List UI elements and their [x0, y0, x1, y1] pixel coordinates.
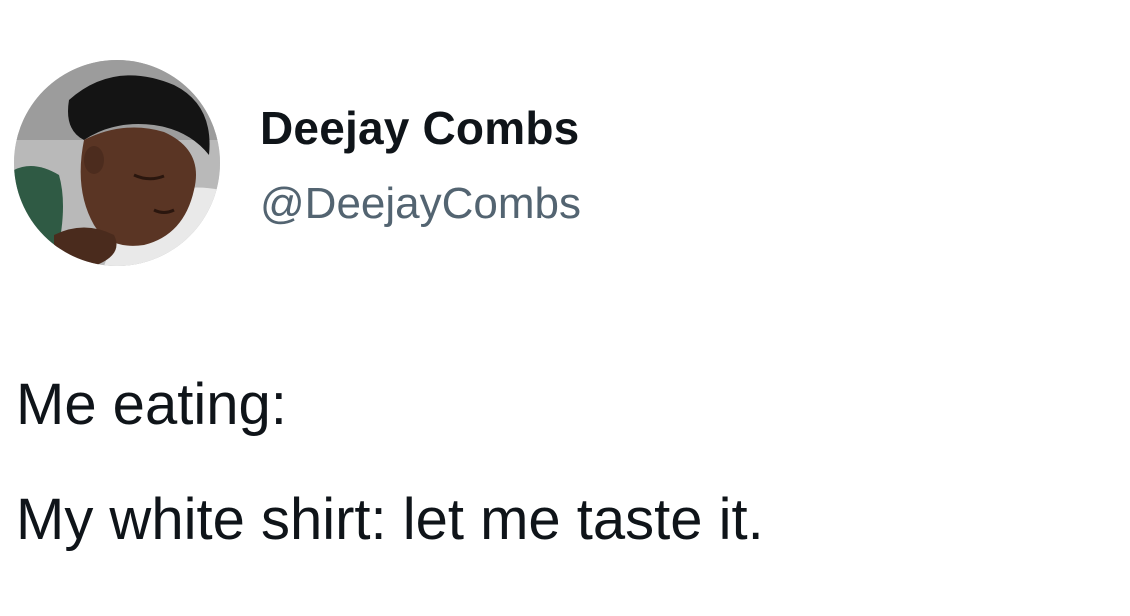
tweet-body: Me eating: My white shirt: let me taste …: [16, 370, 1116, 555]
tweet-card: Deejay Combs @DeejayCombs Me eating: My …: [0, 0, 1130, 616]
avatar[interactable]: [14, 60, 220, 266]
profile-photo-icon: [14, 60, 220, 266]
tweet-text-line-2: My white shirt: let me taste it.: [16, 487, 764, 552]
user-handle[interactable]: @DeejayCombs: [260, 176, 581, 232]
display-name[interactable]: Deejay Combs: [260, 100, 579, 156]
tweet-text-line-1: Me eating:: [16, 372, 287, 437]
